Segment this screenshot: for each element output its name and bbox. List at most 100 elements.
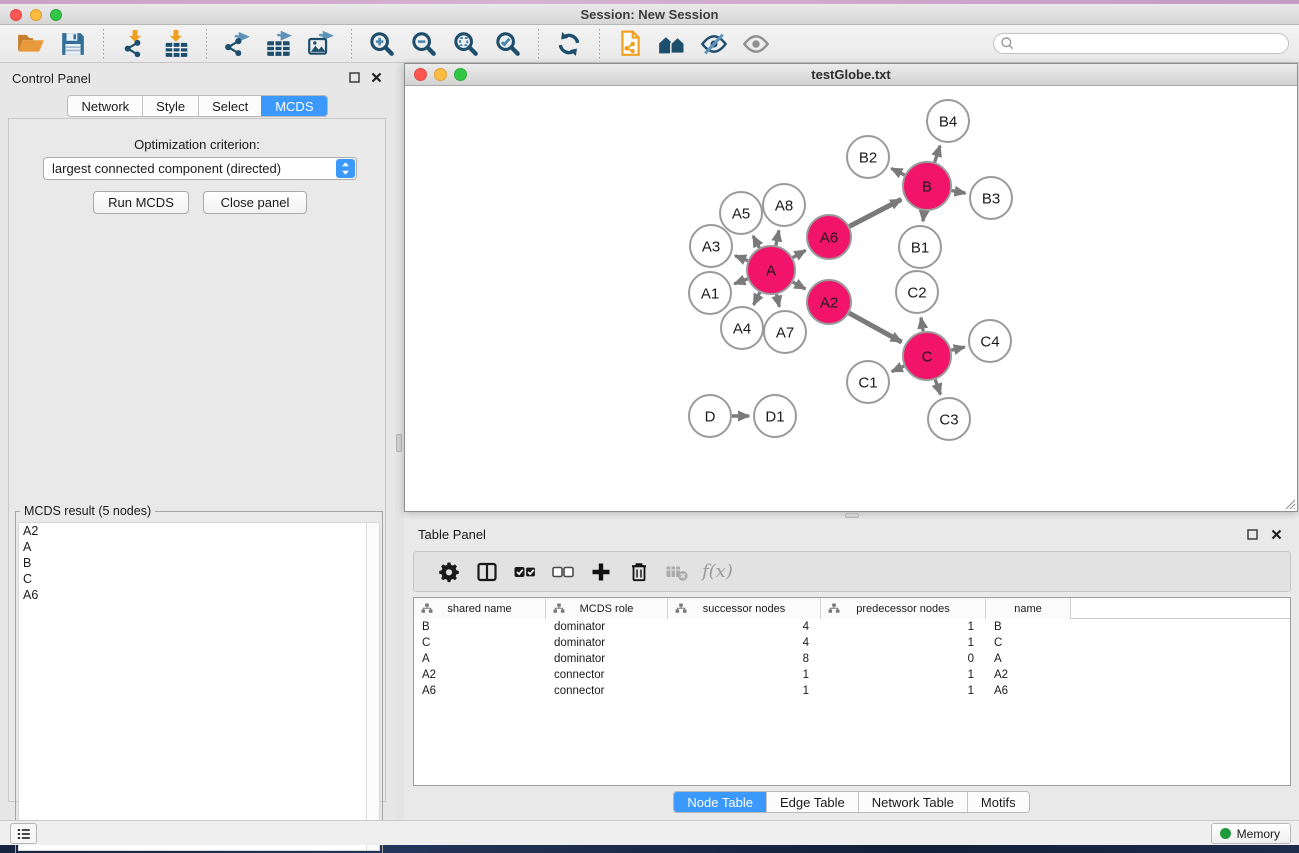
column-header-name[interactable]: name (986, 598, 1071, 619)
graph-edge-A-A1[interactable] (734, 279, 747, 284)
column-header-shared-name[interactable]: shared name (414, 598, 546, 619)
network-window-titlebar[interactable]: testGlobe.txt (405, 64, 1297, 86)
table-cell[interactable]: 1 (821, 667, 986, 683)
graph-node-A[interactable]: A (747, 246, 795, 294)
column-header-MCDS-role[interactable]: MCDS role (546, 598, 668, 619)
optimization-criterion-select[interactable]: largest connected component (directed) (43, 157, 357, 180)
table-cell[interactable]: 8 (668, 651, 821, 667)
graph-edge-A-A3[interactable] (735, 256, 748, 261)
import-network-from-file-button[interactable] (116, 28, 152, 60)
run-mcds-button[interactable]: Run MCDS (93, 191, 189, 214)
graph-node-C2[interactable]: C2 (896, 271, 938, 313)
table-cell[interactable]: B (414, 619, 546, 635)
table-cell[interactable]: 0 (821, 651, 986, 667)
zoom-selected-region-button[interactable] (490, 28, 526, 60)
horizontal-splitter-handle[interactable] (845, 513, 859, 518)
table-float-panel-icon[interactable] (1245, 527, 1259, 541)
vertical-splitter-handle[interactable] (396, 434, 402, 452)
table-cell[interactable]: 1 (821, 619, 986, 635)
mcds-result-scrollbar[interactable] (366, 523, 379, 850)
table-cell[interactable]: connector (546, 667, 668, 683)
resize-grip-icon[interactable] (1282, 496, 1296, 510)
tab-network[interactable]: Network (68, 96, 142, 116)
show-all-button[interactable] (738, 28, 774, 60)
table-row[interactable]: A2connector11A2 (414, 667, 1290, 683)
tab-node-table[interactable]: Node Table (674, 792, 766, 812)
table-row[interactable]: A6connector11A6 (414, 683, 1290, 699)
graph-node-A3[interactable]: A3 (690, 225, 732, 267)
zoom-fit-content-button[interactable] (448, 28, 484, 60)
graph-node-C[interactable]: C (903, 332, 951, 380)
graph-node-B[interactable]: B (903, 162, 951, 210)
graph-node-A8[interactable]: A8 (763, 184, 805, 226)
app-titlebar[interactable]: Session: New Session (0, 4, 1299, 25)
table-row[interactable]: Adominator80A (414, 651, 1290, 667)
table-cell[interactable]: dominator (546, 635, 668, 651)
tab-mcds[interactable]: MCDS (261, 96, 326, 116)
export-image-button[interactable] (303, 28, 339, 60)
function-builder-button[interactable]: f(x) (696, 561, 733, 582)
hide-selected-button[interactable] (696, 28, 732, 60)
import-table-from-file-button[interactable] (158, 28, 194, 60)
graph-node-B1[interactable]: B1 (899, 226, 941, 268)
graph-edge-A-A7[interactable] (777, 294, 780, 306)
table-cell[interactable]: 1 (821, 635, 986, 651)
table-cell[interactable]: 4 (668, 619, 821, 635)
deselect-all-button[interactable] (544, 557, 582, 587)
table-cell[interactable]: A (986, 651, 1071, 667)
first-neighbors-button[interactable] (654, 28, 690, 60)
mcds-result-item[interactable]: C (19, 571, 379, 587)
graph-edge-A-A4[interactable] (754, 292, 760, 304)
table-cell[interactable]: dominator (546, 619, 668, 635)
graph-node-C4[interactable]: C4 (969, 320, 1011, 362)
export-network-button[interactable] (219, 28, 255, 60)
vertical-splitter[interactable] (395, 63, 404, 820)
table-settings-button[interactable] (430, 557, 468, 587)
search-box[interactable] (993, 33, 1289, 54)
toggle-panel-button[interactable] (468, 557, 506, 587)
graph-node-A2[interactable]: A2 (807, 280, 851, 324)
column-header-predecessor-nodes[interactable]: predecessor nodes (821, 598, 986, 619)
table-cell[interactable]: 1 (668, 683, 821, 699)
graph-node-C1[interactable]: C1 (847, 361, 889, 403)
zoom-in-button[interactable] (364, 28, 400, 60)
graph-edge-A-A8[interactable] (776, 230, 779, 245)
table-cell[interactable]: connector (546, 683, 668, 699)
graph-node-A6[interactable]: A6 (807, 215, 851, 259)
table-cell[interactable]: C (414, 635, 546, 651)
table-cell[interactable]: A2 (986, 667, 1071, 683)
tab-edge-table[interactable]: Edge Table (766, 792, 858, 812)
mcds-result-list[interactable]: A2ABCA6 (18, 522, 380, 851)
table-cell[interactable]: A6 (414, 683, 546, 699)
table-cell[interactable]: A2 (414, 667, 546, 683)
mcds-result-item[interactable]: A2 (19, 523, 379, 539)
graph-node-A7[interactable]: A7 (764, 311, 806, 353)
graph-edge-B-B3[interactable] (952, 191, 966, 194)
graph-node-D[interactable]: D (689, 395, 731, 437)
graph-node-D1[interactable]: D1 (754, 395, 796, 437)
graph-edge-B-B4[interactable] (935, 146, 940, 162)
close-panel-icon[interactable] (369, 70, 383, 84)
graph-edge-C-C3[interactable] (935, 380, 940, 395)
graph-node-B3[interactable]: B3 (970, 177, 1012, 219)
table-cell[interactable]: B (986, 619, 1071, 635)
tab-select[interactable]: Select (198, 96, 261, 116)
search-input[interactable] (1015, 36, 1288, 52)
graph-edge-C-C1[interactable] (892, 366, 904, 371)
graph-edge-A6-B[interactable] (849, 199, 901, 226)
table-row[interactable]: Bdominator41B (414, 619, 1290, 635)
mcds-result-item[interactable]: A (19, 539, 379, 555)
graph-edge-C-C2[interactable] (921, 318, 923, 332)
table-row[interactable]: Cdominator41C (414, 635, 1290, 651)
graph-node-A1[interactable]: A1 (689, 272, 731, 314)
graph-edge-A2-C[interactable] (849, 313, 901, 342)
mcds-result-item[interactable]: B (19, 555, 379, 571)
task-history-button[interactable] (10, 823, 37, 844)
graph-edge-A-A6[interactable] (793, 250, 806, 257)
table-cell[interactable]: 1 (668, 667, 821, 683)
graph-node-A4[interactable]: A4 (721, 307, 763, 349)
graph-edge-A-A5[interactable] (753, 236, 759, 248)
delete-table-button[interactable] (658, 557, 696, 587)
graph-node-B2[interactable]: B2 (847, 136, 889, 178)
table-close-panel-icon[interactable] (1269, 527, 1283, 541)
